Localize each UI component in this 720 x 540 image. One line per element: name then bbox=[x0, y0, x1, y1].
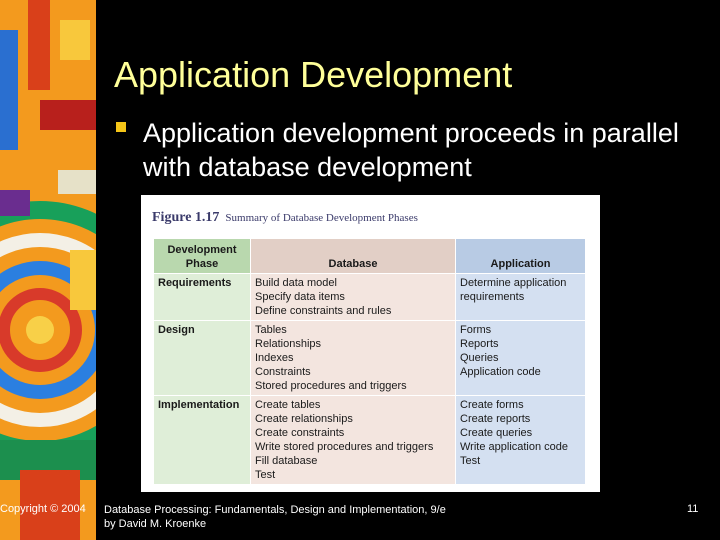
application-cell: Create forms Create reports Create queri… bbox=[455, 395, 586, 485]
header-development-phase: Development Phase bbox=[153, 238, 251, 274]
table-row: Implementation Create tables Create rela… bbox=[153, 395, 586, 485]
phase-cell: Design bbox=[153, 320, 251, 396]
bullet-item: ■ Application development proceeds in pa… bbox=[116, 116, 696, 184]
header-database: Database bbox=[250, 238, 456, 274]
bullet-text: Application development proceeds in para… bbox=[143, 118, 679, 182]
application-item: Create queries bbox=[460, 427, 533, 439]
decorative-art-strip bbox=[0, 0, 96, 540]
database-item: Build data model bbox=[255, 277, 337, 289]
footer-book-info: Database Processing: Fundamentals, Desig… bbox=[104, 503, 446, 531]
database-item: Indexes bbox=[255, 352, 294, 364]
application-item: Create forms bbox=[460, 399, 524, 411]
database-item: Create tables bbox=[255, 399, 321, 411]
figure-number: Figure 1.17 bbox=[152, 210, 220, 225]
database-item: Constraints bbox=[255, 366, 311, 378]
database-item: Create constraints bbox=[255, 427, 345, 439]
database-item: Fill database bbox=[255, 455, 318, 467]
table-header-row: Development Phase Database Application bbox=[153, 238, 586, 274]
application-item: Determine application bbox=[460, 277, 567, 289]
table-row: Requirements Build data model Specify da… bbox=[153, 273, 586, 321]
page-number: 11 bbox=[687, 503, 699, 515]
application-item: Write application code bbox=[460, 441, 569, 453]
application-item: Test bbox=[460, 455, 481, 467]
square-bullet-icon: ■ bbox=[116, 122, 126, 132]
abstract-art-icon bbox=[0, 0, 96, 540]
development-phases-table: Development Phase Database Application R… bbox=[153, 238, 586, 485]
footer-book-author: by David M. Kroenke bbox=[104, 518, 207, 530]
database-item: Create relationships bbox=[255, 413, 353, 425]
application-cell: Forms Reports Queries Application code bbox=[455, 320, 586, 396]
database-item: Tables bbox=[255, 324, 287, 336]
database-item: Test bbox=[255, 469, 276, 481]
header-application: Application bbox=[455, 238, 586, 274]
database-item: Relationships bbox=[255, 338, 322, 350]
database-item: Define constraints and rules bbox=[255, 305, 392, 317]
figure-description: Summary of Database Development Phases bbox=[225, 212, 418, 224]
application-item: Forms bbox=[460, 324, 492, 336]
slide-title: Application Development bbox=[114, 54, 513, 95]
footer-copyright: Copyright © 2004 bbox=[0, 503, 86, 515]
database-cell: Create tables Create relationships Creat… bbox=[250, 395, 456, 485]
figure-image: Figure 1.17 Summary of Database Developme… bbox=[141, 195, 600, 492]
application-item: Reports bbox=[460, 338, 499, 350]
footer-book-title: Database Processing: Fundamentals, Desig… bbox=[104, 504, 446, 516]
database-cell: Build data model Specify data items Defi… bbox=[250, 273, 456, 321]
table-row: Design Tables Relationships Indexes Cons… bbox=[153, 320, 586, 396]
figure-caption: Figure 1.17 Summary of Database Developme… bbox=[152, 208, 418, 226]
database-item: Specify data items bbox=[255, 291, 345, 303]
application-cell: Determine application requirements bbox=[455, 273, 586, 321]
application-item: Queries bbox=[460, 352, 499, 364]
database-item: Write stored procedures and triggers bbox=[255, 441, 434, 453]
phase-cell: Requirements bbox=[153, 273, 251, 321]
database-cell: Tables Relationships Indexes Constraints… bbox=[250, 320, 456, 396]
application-item: Application code bbox=[460, 366, 541, 378]
application-item: Create reports bbox=[460, 413, 531, 425]
database-item: Stored procedures and triggers bbox=[255, 380, 407, 392]
phase-cell: Implementation bbox=[153, 395, 251, 485]
application-item: requirements bbox=[460, 291, 525, 303]
